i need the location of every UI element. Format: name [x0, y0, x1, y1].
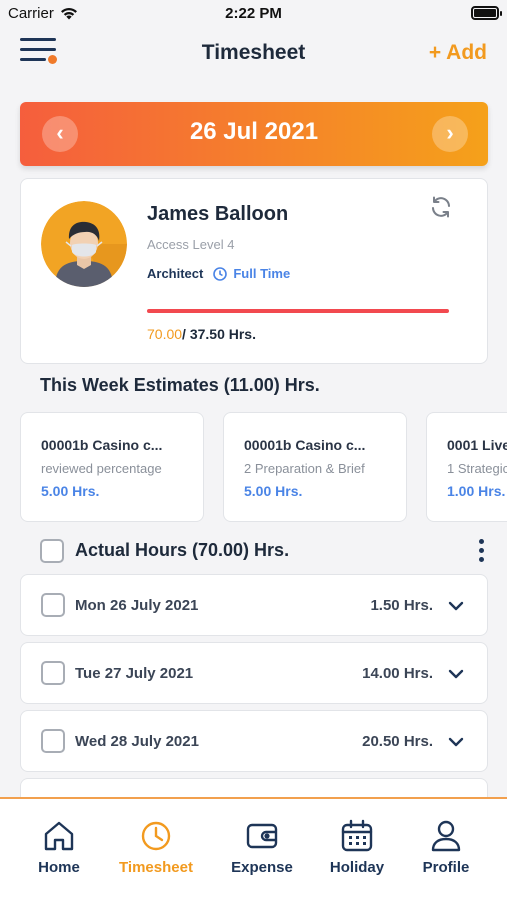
- profile-card: James Balloon Access Level 4 Architect F…: [20, 178, 488, 364]
- day-checkbox[interactable]: [41, 661, 65, 685]
- tab-expense[interactable]: Expense: [212, 819, 312, 876]
- estimate-title: 00001b Casino c...: [244, 437, 366, 453]
- hours-actual: 70.00: [147, 326, 183, 342]
- estimate-hours: 5.00 Hrs.: [244, 483, 303, 499]
- day-checkbox[interactable]: [41, 729, 65, 753]
- user-name: James Balloon: [147, 203, 289, 225]
- week-estimates-title: This Week Estimates (11.00) Hrs.: [40, 375, 320, 395]
- add-button[interactable]: + Add: [429, 41, 487, 65]
- status-time: 2:22 PM: [225, 5, 282, 22]
- estimate-card[interactable]: 00001b Casino c... reviewed percentage 5…: [20, 412, 204, 522]
- nav-bar: Timesheet + Add: [0, 28, 507, 80]
- estimate-hours: 1.00 Hrs.: [447, 483, 506, 499]
- role-label: Architect: [147, 266, 204, 281]
- estimate-hours: 5.00 Hrs.: [41, 483, 100, 499]
- day-row[interactable]: Mon 26 July 2021 1.50 Hrs.: [20, 574, 488, 636]
- tab-timesheet[interactable]: Timesheet: [106, 819, 206, 876]
- date-banner: ‹ 26 Jul 2021 ›: [20, 102, 488, 166]
- estimate-title: 0001 Live...: [447, 437, 507, 453]
- chevron-down-icon[interactable]: [447, 597, 465, 615]
- avatar: [41, 201, 127, 287]
- day-label: Tue 27 July 2021: [75, 665, 194, 682]
- home-icon: [44, 821, 74, 851]
- clock-icon: [213, 266, 228, 281]
- current-date: 26 Jul 2021: [189, 118, 319, 145]
- estimate-subtitle: reviewed percentage: [41, 461, 162, 476]
- tab-home[interactable]: Home: [9, 819, 109, 876]
- status-bar: Carrier 2:22 PM: [0, 0, 507, 28]
- refresh-icon[interactable]: [429, 195, 453, 219]
- hours-progress-bar: [147, 309, 449, 313]
- tab-bar: Home Timesheet Expense Holiday Profile: [0, 797, 507, 900]
- hours-summary: 70.00/ 37.50 Hrs.: [147, 326, 256, 342]
- profile-icon: [431, 820, 461, 852]
- employment-label: Full Time: [233, 266, 291, 281]
- tab-holiday[interactable]: Holiday: [307, 819, 407, 876]
- day-label: Wed 28 July 2021: [75, 733, 199, 750]
- estimate-subtitle: 1 Strategic...: [447, 461, 507, 476]
- estimate-card[interactable]: 00001b Casino c... 2 Preparation & Brief…: [223, 412, 407, 522]
- hours-target: / 37.50 Hrs.: [182, 326, 256, 342]
- estimate-title: 00001b Casino c...: [41, 437, 163, 453]
- day-hours: 20.50 Hrs.: [362, 733, 433, 750]
- employment-type: Full Time: [213, 266, 290, 281]
- wallet-icon: [246, 823, 278, 849]
- day-row[interactable]: Wed 28 July 2021 20.50 Hrs.: [20, 710, 488, 772]
- tab-home-label: Home: [38, 859, 80, 876]
- actual-hours-header: Actual Hours (70.00) Hrs.: [40, 537, 492, 567]
- clock-icon: [141, 821, 171, 851]
- tab-profile-label: Profile: [422, 859, 470, 876]
- access-level: Access Level 4: [147, 237, 235, 252]
- estimate-card[interactable]: 0001 Live... 1 Strategic... 1.00 Hrs.: [426, 412, 507, 522]
- tab-timesheet-label: Timesheet: [119, 859, 193, 876]
- select-all-checkbox[interactable]: [40, 539, 64, 563]
- chevron-down-icon[interactable]: [447, 733, 465, 751]
- calendar-icon: [341, 819, 373, 852]
- chevron-down-icon[interactable]: [447, 665, 465, 683]
- day-label: Mon 26 July 2021: [75, 597, 199, 614]
- estimate-subtitle: 2 Preparation & Brief: [244, 461, 365, 476]
- tab-expense-label: Expense: [231, 859, 293, 876]
- day-row[interactable]: Tue 27 July 2021 14.00 Hrs.: [20, 642, 488, 704]
- day-hours: 14.00 Hrs.: [362, 665, 433, 682]
- day-checkbox[interactable]: [41, 593, 65, 617]
- day-hours: 1.50 Hrs.: [370, 597, 433, 614]
- chevron-right-icon[interactable]: ›: [432, 116, 468, 152]
- role-row: Architect Full Time: [147, 266, 290, 281]
- tab-profile[interactable]: Profile: [396, 819, 496, 876]
- more-options-icon[interactable]: [476, 539, 486, 563]
- actual-hours-title: Actual Hours (70.00) Hrs.: [75, 540, 290, 560]
- battery-icon: [471, 6, 502, 20]
- tab-holiday-label: Holiday: [329, 859, 385, 876]
